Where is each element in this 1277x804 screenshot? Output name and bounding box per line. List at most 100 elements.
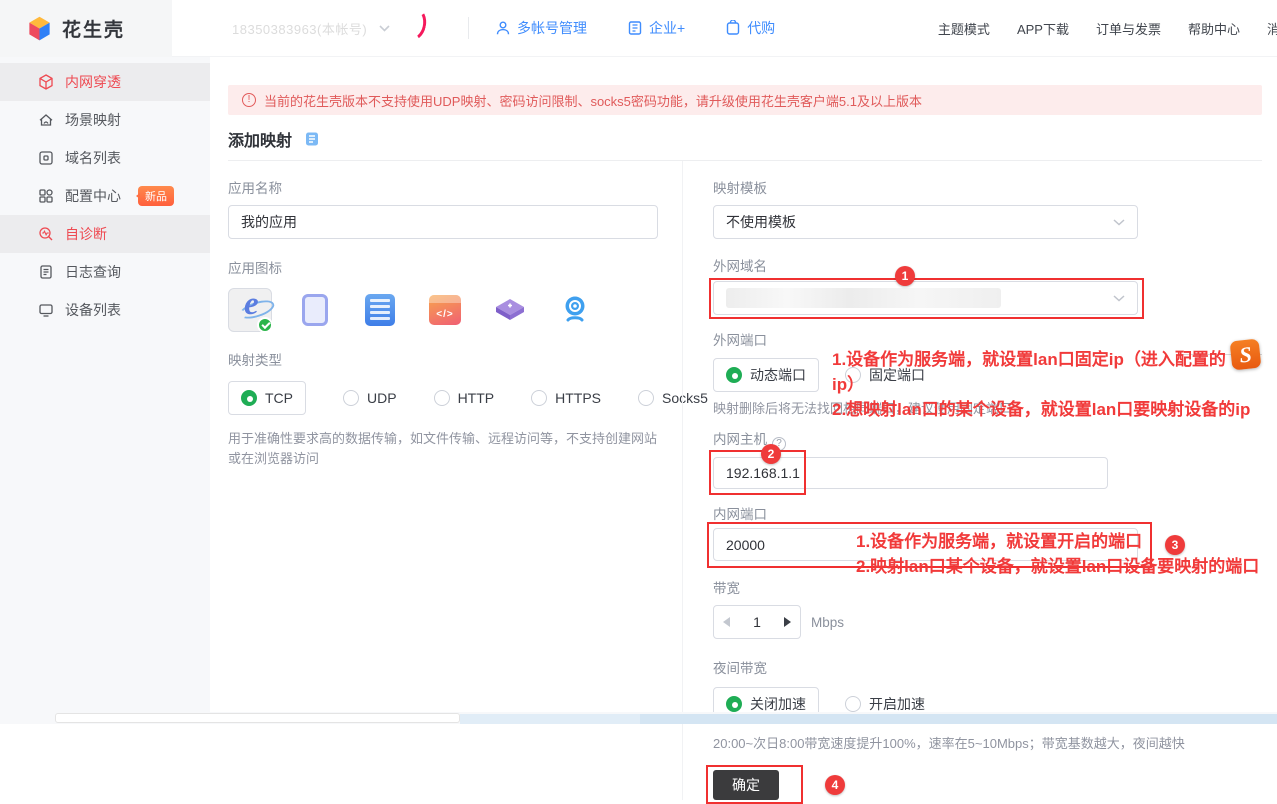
sidebar-item-intranet-penetration[interactable]: 内网穿透 [0, 63, 210, 101]
template-value: 不使用模板 [726, 212, 796, 232]
redacted-domain-value [726, 288, 1001, 308]
sidebar-item-self-diagnosis[interactable]: 自诊断 [0, 215, 210, 253]
template-select[interactable]: 不使用模板 [713, 205, 1138, 239]
enterprise-link[interactable]: 企业+ [627, 18, 685, 38]
sidebar-item-label: 日志查询 [65, 262, 121, 282]
code-editor-icon: </> [429, 295, 461, 325]
user-icon [495, 20, 511, 36]
menu-app-download[interactable]: APP下载 [1017, 19, 1069, 38]
night-bandwidth-note: 20:00~次日8:00带宽速度提升100%，速率在5~10Mbps；带宽基数越… [713, 734, 1262, 754]
tablet-icon [302, 294, 328, 326]
log-icon [38, 264, 54, 280]
sidebar-item-device-list[interactable]: 设备列表 [0, 291, 210, 329]
guide-doc-icon[interactable] [304, 131, 320, 147]
logo-text: 花生壳 [62, 15, 125, 42]
map-type-note: 用于准确性要求高的数据传输，如文件传输、远程访问等，不支持创建网站或在浏览器访问 [228, 429, 658, 469]
confirm-button[interactable]: 确定 [713, 770, 779, 800]
radio-dot-icon [726, 696, 742, 712]
wan-port-label: 外网端口 [713, 329, 1262, 349]
app-name-input[interactable] [228, 205, 658, 239]
bandwidth-unit: Mbps [811, 615, 844, 630]
purchase-label: 代购 [747, 18, 775, 38]
home-icon [38, 112, 54, 128]
warning-text: 当前的花生壳版本不支持使用UDP映射、密码访问限制、socks5密码功能，请升级… [264, 91, 922, 110]
sidebar-item-log-query[interactable]: 日志查询 [0, 253, 210, 291]
radio-dot-icon [434, 390, 450, 406]
sidebar-item-config-center[interactable]: 配置中心 新品 [0, 177, 210, 215]
device-icon [38, 302, 54, 318]
annotation-step-4: 4 [825, 775, 845, 795]
domain-icon [38, 150, 54, 166]
switch-icon [493, 296, 527, 324]
app-icon-tablet[interactable] [293, 288, 337, 332]
bandwidth-value: 1 [753, 614, 761, 630]
app-logo[interactable]: 花生壳 [0, 0, 172, 57]
app-name-label: 应用名称 [228, 177, 658, 197]
multi-account-label: 多帐号管理 [517, 18, 587, 38]
header-divider [468, 17, 469, 39]
radio-dot-icon [845, 696, 861, 712]
menu-help-center[interactable]: 帮助中心 [1188, 19, 1240, 38]
sidebar-item-domain-list[interactable]: 域名列表 [0, 139, 210, 177]
enterprise-label: 企业+ [649, 18, 685, 38]
night-bandwidth-label: 夜间带宽 [713, 657, 1262, 677]
menu-orders-invoices[interactable]: 订单与发票 [1096, 19, 1161, 38]
radio-dot-icon [638, 390, 654, 406]
ie-browser-icon: e [244, 286, 259, 323]
app-icon-webcam[interactable] [553, 288, 597, 332]
radio-acceleration-on[interactable]: 开启加速 [845, 694, 925, 714]
bandwidth-stepper: 1 [713, 605, 801, 639]
sidebar: 内网穿透 场景映射 域名列表 配置中心 新品 自诊断 [0, 57, 210, 724]
lan-host-label: 内网主机? [713, 428, 1262, 451]
bottom-strip-segment [640, 714, 1277, 724]
purchase-link[interactable]: 代购 [725, 18, 775, 38]
sidebar-item-label: 域名列表 [65, 148, 121, 168]
annotation-arc [397, 4, 430, 43]
radio-dot-icon [726, 367, 742, 383]
multi-account-link[interactable]: 多帐号管理 [495, 18, 587, 38]
page-title: 添加映射 [228, 127, 292, 151]
server-icon [365, 294, 395, 326]
app-icon-switch[interactable] [488, 288, 532, 332]
menu-messages[interactable]: 消息 [1267, 19, 1277, 38]
wan-domain-select[interactable] [713, 281, 1138, 315]
account-number: 18350383963(本帐号) [232, 19, 367, 38]
alert-icon: ! [242, 93, 256, 107]
sidebar-item-scene-mapping[interactable]: 场景映射 [0, 101, 210, 139]
template-label: 映射模板 [713, 177, 1262, 197]
account-selector[interactable]: 18350383963(本帐号) [232, 19, 462, 38]
increment-arrow-icon[interactable] [784, 617, 791, 627]
annotation-step-1: 1 [895, 266, 915, 286]
map-type-label: 映射类型 [228, 349, 658, 369]
app-icon-server[interactable] [358, 288, 402, 332]
menu-theme-mode[interactable]: 主题模式 [938, 19, 990, 38]
chevron-down-icon [1113, 219, 1125, 226]
radio-http[interactable]: HTTP [434, 390, 495, 406]
new-badge: 新品 [138, 186, 174, 206]
radio-tcp[interactable]: TCP [228, 381, 306, 415]
radio-dynamic-port[interactable]: 动态端口 [713, 358, 819, 392]
radio-dot-icon [241, 390, 257, 406]
webcam-icon [560, 294, 590, 326]
app-icon-code[interactable]: </> [423, 288, 467, 332]
bandwidth-label: 带宽 [713, 577, 1262, 597]
add-mapping-form: 应用名称 应用图标 e [228, 161, 1262, 800]
top-menu: 主题模式 APP下载 订单与发票 帮助中心 消息 [938, 0, 1277, 57]
app-icon-ie-browser[interactable]: e [228, 288, 272, 332]
diagnose-icon [38, 226, 54, 242]
decrement-arrow-icon[interactable] [723, 617, 730, 627]
wan-domain-label: 外网域名 [713, 255, 1262, 275]
radio-udp[interactable]: UDP [343, 390, 397, 406]
annotation-step-2: 2 [761, 444, 781, 464]
chevron-down-icon [379, 25, 390, 32]
radio-https[interactable]: HTTPS [531, 390, 601, 406]
horizontal-scrollbar-thumb[interactable] [55, 713, 460, 723]
app-icon-options: e </> [228, 287, 658, 333]
chevron-down-icon [1113, 295, 1125, 302]
check-badge-icon [257, 317, 273, 333]
watermark-logo: S [1230, 339, 1262, 371]
annotation-note-port: 1.设备作为服务端，就设置开启的端口 2.映射lan口某个设备，就设置lan口设… [856, 529, 1264, 579]
grid-icon [38, 188, 54, 204]
radio-dot-icon [343, 390, 359, 406]
purchase-icon [725, 20, 741, 36]
